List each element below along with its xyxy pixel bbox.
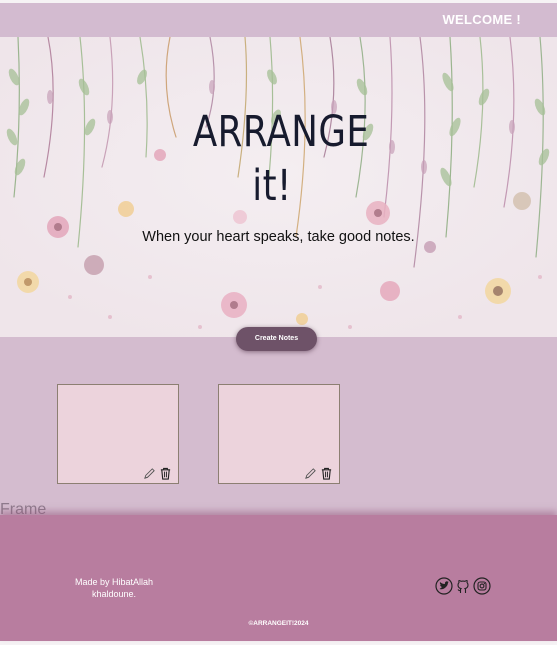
welcome-text: WELCOME ! xyxy=(442,12,521,27)
hero-title-line-1: ARRANGE xyxy=(192,107,370,157)
hero-title-line-2: it! xyxy=(252,161,292,211)
trash-icon[interactable] xyxy=(159,465,172,480)
top-bar: WELCOME ! xyxy=(0,3,557,37)
note-tools xyxy=(304,465,333,480)
footer: Made by HibatAllah khaldoune. ©ARRANGEIT… xyxy=(0,515,557,641)
pencil-icon[interactable] xyxy=(143,465,156,479)
note-card[interactable] xyxy=(57,384,179,484)
hero-subtitle: When your heart speaks, take good notes. xyxy=(142,229,415,245)
trash-icon[interactable] xyxy=(320,465,333,480)
copyright-text: ©ARRANGEIT!2024 xyxy=(248,620,309,627)
social-links xyxy=(435,577,491,595)
instagram-icon[interactable] xyxy=(473,577,491,595)
made-by-text: Made by HibatAllah khaldoune. xyxy=(74,577,154,599)
note-tools xyxy=(143,465,172,480)
github-icon[interactable] xyxy=(454,577,472,595)
page: WELCOME ! ARRANGE it! When your heart sp… xyxy=(0,3,557,641)
twitter-icon[interactable] xyxy=(435,577,453,595)
pencil-icon[interactable] xyxy=(304,465,317,479)
note-card[interactable] xyxy=(218,384,340,484)
hero-title: ARRANGE it! xyxy=(192,105,370,213)
create-notes-button[interactable]: Create Notes xyxy=(236,327,317,351)
hero-banner: ARRANGE it! When your heart speaks, take… xyxy=(0,37,557,337)
